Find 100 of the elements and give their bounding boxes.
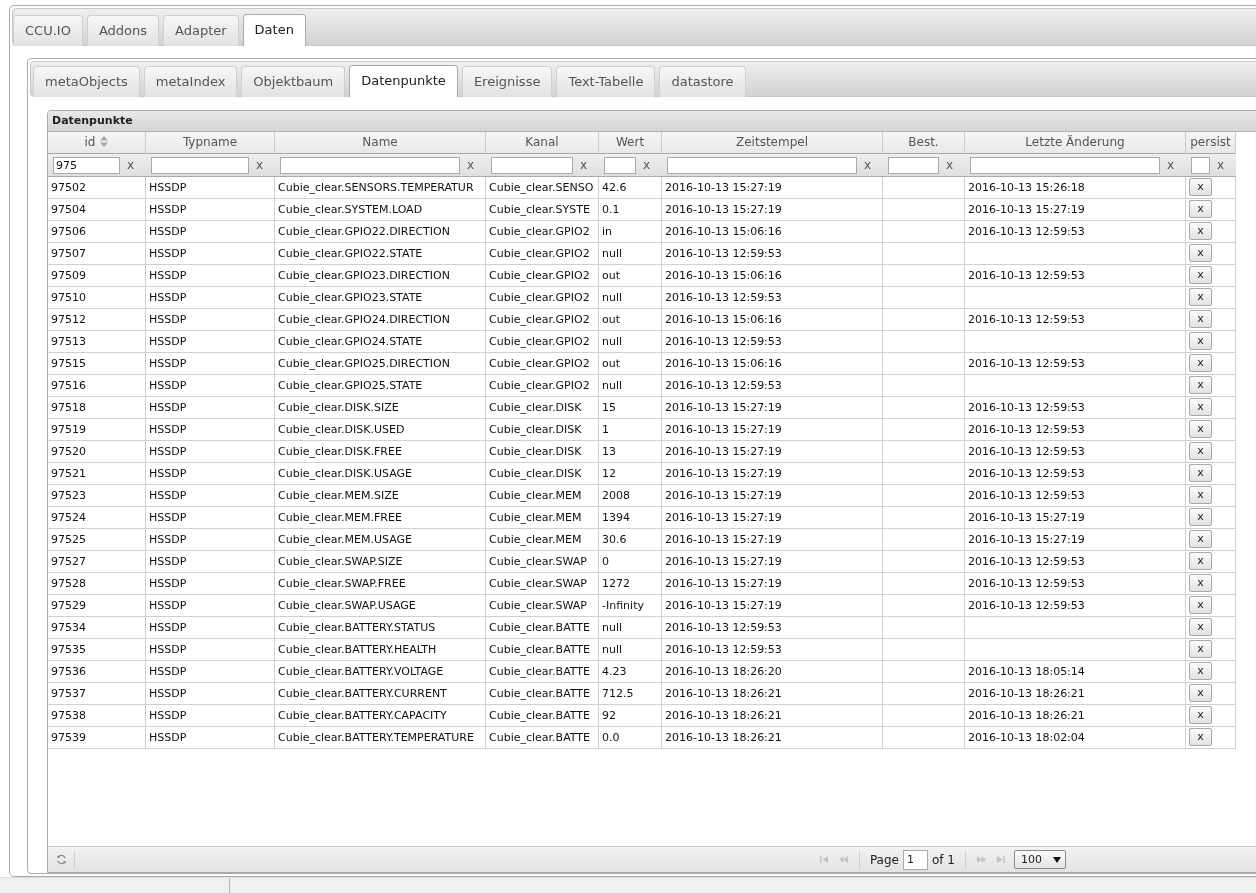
filter-field[interactable] (604, 156, 636, 174)
table-cell: Cubie_clear.GPIO2 (486, 265, 599, 287)
table-cell: Cubie_clear.BATTERY.HEALTH (275, 639, 486, 661)
tab[interactable]: Objektbaum (241, 66, 346, 97)
persist-button[interactable]: x (1189, 508, 1212, 526)
grid-caption: Datenpunkte (48, 111, 1256, 132)
table-cell: 2016-10-13 15:27:19 (662, 595, 883, 617)
table-cell: Cubie_clear.MEM.USAGE (275, 529, 486, 551)
table-cell: 2016-10-13 12:59:53 (965, 573, 1186, 595)
filter-field[interactable] (888, 156, 939, 174)
persist-button[interactable]: x (1189, 486, 1212, 504)
persist-button[interactable]: x (1189, 420, 1212, 438)
filter-field[interactable] (970, 156, 1160, 174)
tab[interactable]: Text-Tabelle (556, 66, 656, 97)
page-field[interactable]: 1 (903, 849, 928, 870)
column-header[interactable]: Letzte Änderung (965, 132, 1186, 154)
tab[interactable]: Adapter (163, 15, 239, 46)
table-cell: Cubie_clear.GPIO2 (486, 331, 599, 353)
persist-button[interactable]: x (1189, 310, 1212, 328)
tab[interactable]: Addons (86, 15, 159, 46)
persist-button[interactable]: x (1189, 398, 1212, 416)
tab[interactable]: Datenpunkte (349, 65, 458, 97)
table-cell: Cubie_clear.MEM (486, 529, 599, 551)
table-cell: HSSDP (146, 397, 275, 419)
persist-button[interactable]: x (1189, 442, 1212, 460)
table-cell: Cubie_clear.GPIO2 (486, 221, 599, 243)
persist-button[interactable]: x (1189, 178, 1212, 196)
persist-button[interactable]: x (1189, 222, 1212, 240)
filter-field[interactable] (151, 156, 249, 174)
table-cell: HSSDP (146, 705, 275, 727)
table-cell: Cubie_clear.GPIO2 (486, 375, 599, 397)
table-cell: Cubie_clear.BATTERY.CURRENT (275, 683, 486, 705)
tab[interactable]: metaObjects (33, 66, 140, 97)
persist-button[interactable]: x (1189, 530, 1212, 548)
column-header[interactable]: Name (275, 132, 486, 154)
persist-button[interactable]: x (1189, 464, 1212, 482)
table-cell: 97504 (48, 199, 146, 221)
table-cell: 42.6 (599, 177, 662, 199)
clear-filter-link[interactable]: x (466, 158, 474, 172)
clear-filter-link[interactable]: x (863, 158, 871, 172)
persist-button[interactable]: x (1189, 684, 1212, 702)
table-cell: out (599, 353, 662, 375)
tab[interactable]: metaIndex (143, 66, 238, 97)
refresh-icon[interactable] (56, 854, 67, 865)
clear-filter-link[interactable]: x (1166, 158, 1174, 172)
persist-button[interactable]: x (1189, 354, 1212, 372)
persist-button[interactable]: x (1189, 662, 1212, 680)
filter-field[interactable] (280, 156, 460, 174)
page-size-select[interactable]: 100 (1014, 850, 1066, 869)
persist-button[interactable]: x (1189, 728, 1212, 746)
table-cell: Cubie_clear.SYSTEM.LOAD (275, 199, 486, 221)
table-cell: 15 (599, 397, 662, 419)
table-cell: 97506 (48, 221, 146, 243)
persist-button[interactable]: x (1189, 266, 1212, 284)
column-header[interactable]: persist (1186, 132, 1236, 154)
persist-button[interactable]: x (1189, 288, 1212, 306)
persist-button[interactable]: x (1189, 244, 1212, 262)
persist-button[interactable]: x (1189, 640, 1212, 658)
table-cell: 2016-10-13 12:59:53 (965, 353, 1186, 375)
filter-field[interactable] (491, 156, 573, 174)
column-header[interactable]: Kanal (486, 132, 599, 154)
table-cell: 97516 (48, 375, 146, 397)
table-cell: 97539 (48, 727, 146, 749)
filter-field[interactable] (667, 156, 857, 174)
column-header[interactable]: Zeitstempel (662, 132, 883, 154)
clear-filter-link[interactable]: x (579, 158, 587, 172)
column-header[interactable]: Typname (146, 132, 275, 154)
column-header[interactable]: Best. (883, 132, 965, 154)
persist-button[interactable]: x (1189, 706, 1212, 724)
filter-field[interactable]: 975 (53, 156, 120, 174)
column-header[interactable]: id (48, 132, 146, 154)
table-cell: 2016-10-13 12:59:53 (965, 221, 1186, 243)
table-cell: 2016-10-13 12:59:53 (662, 287, 883, 309)
tab[interactable]: Ereignisse (461, 66, 553, 97)
table-cell: 2016-10-13 15:27:19 (662, 419, 883, 441)
clear-filter-link[interactable]: x (126, 158, 134, 172)
tab[interactable]: datastore (659, 66, 746, 97)
clear-filter-link[interactable]: x (255, 158, 263, 172)
clear-filter-link[interactable]: x (945, 158, 953, 172)
persist-button[interactable]: x (1189, 618, 1212, 636)
persist-button[interactable]: x (1189, 596, 1212, 614)
persist-button[interactable]: x (1189, 200, 1212, 218)
table-cell: 97521 (48, 463, 146, 485)
table-cell: HSSDP (146, 463, 275, 485)
tab[interactable]: CCU.IO (13, 15, 83, 46)
column-header[interactable]: Wert (599, 132, 662, 154)
table-cell: HSSDP (146, 507, 275, 529)
filter-field[interactable] (1191, 156, 1210, 174)
table-cell: 97519 (48, 419, 146, 441)
persist-button[interactable]: x (1189, 376, 1212, 394)
tab[interactable]: Daten (242, 14, 306, 46)
persist-button[interactable]: x (1189, 332, 1212, 350)
clear-filter-link[interactable]: x (642, 158, 650, 172)
caret-icon (1053, 856, 1061, 863)
persist-button[interactable]: x (1189, 552, 1212, 570)
table-cell: HSSDP (146, 617, 275, 639)
persist-button[interactable]: x (1189, 574, 1212, 592)
clear-filter-link[interactable]: x (1216, 158, 1224, 172)
table-cell: Cubie_clear.GPIO2 (486, 287, 599, 309)
table-cell: 97518 (48, 397, 146, 419)
